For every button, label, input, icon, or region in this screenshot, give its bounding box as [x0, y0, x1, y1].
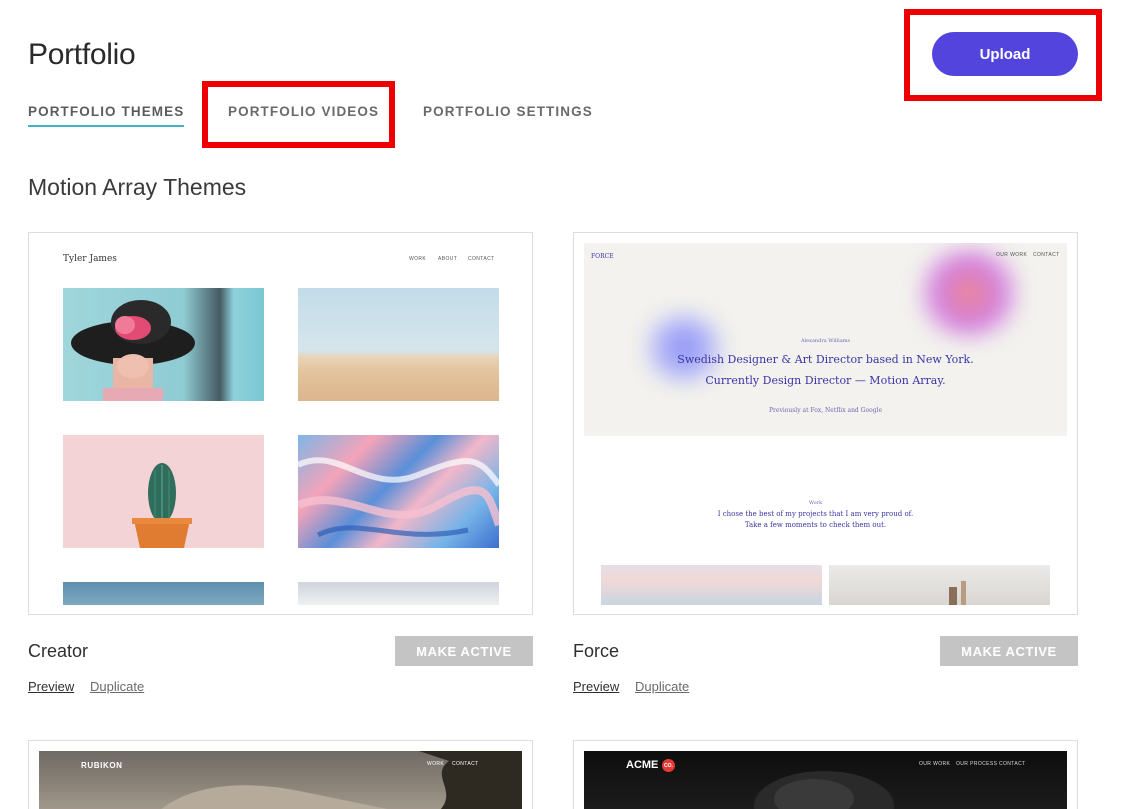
preview-link-creator[interactable]: Preview [28, 679, 74, 694]
thumb-nav-our-work: OUR WORK [996, 252, 1028, 258]
thumb-nav-work: WORK [409, 256, 427, 262]
make-active-button-force[interactable]: MAKE ACTIVE [940, 636, 1078, 666]
thumb-headline-1: Swedish Designer & Art Director based in… [677, 353, 974, 366]
duplicate-link-creator[interactable]: Duplicate [90, 679, 144, 694]
tab-portfolio-settings[interactable]: PORTFOLIO SETTINGS [423, 104, 593, 125]
highlight-box-videos-tab [202, 81, 395, 148]
upload-button[interactable]: Upload [932, 32, 1078, 76]
thumb-brand: ACME [626, 759, 659, 771]
section-title: Motion Array Themes [28, 174, 247, 200]
thumb-nav-contact: CONTACT [452, 761, 479, 767]
thumb-brand: Tyler James [63, 254, 117, 264]
thumb-image-desert [298, 288, 499, 401]
theme-thumbnail-acme[interactable]: ACME CO. OUR WORK OUR PROCESS CONTACT [573, 740, 1078, 809]
thumb-nav-our-work: OUR WORK [919, 761, 951, 767]
thumb-image-cactus [63, 435, 264, 548]
thumb-nav-work: WORK [427, 761, 445, 767]
thumb-image-marble [298, 435, 499, 548]
thumb-work-text-1: I chose the best of my projects that I a… [717, 510, 914, 518]
thumb-brand: RUBIKON [81, 761, 123, 770]
thumb-nav-our-process: OUR PROCESS [956, 761, 998, 767]
thumb-hero: RUBIKON WORK CONTACT [39, 751, 522, 809]
thumb-nav-contact: CONTACT [1033, 252, 1060, 258]
thumb-image-partial-1 [63, 582, 264, 605]
thumb-gradient-blob [914, 248, 1024, 338]
preview-link-force[interactable]: Preview [573, 679, 619, 694]
thumb-brand: FORCE [591, 253, 614, 260]
thumb-work-label: Work [808, 500, 823, 506]
theme-thumbnail-force[interactable]: FORCE OUR WORK CONTACT Alexandra William… [573, 232, 1078, 615]
thumb-hero: ACME CO. OUR WORK OUR PROCESS CONTACT [584, 751, 1067, 809]
thumb-image-sky [601, 565, 822, 605]
thumb-nav-contact: CONTACT [468, 256, 495, 262]
thumb-image-room [829, 565, 1050, 605]
thumb-nav-about: ABOUT [438, 256, 458, 262]
thumb-gradient-blob [639, 313, 729, 383]
theme-name-force: Force [573, 641, 620, 661]
theme-name-creator: Creator [28, 641, 89, 661]
make-active-button-creator[interactable]: MAKE ACTIVE [395, 636, 533, 666]
tab-portfolio-themes[interactable]: PORTFOLIO THEMES [28, 104, 185, 127]
thumb-hero: FORCE OUR WORK CONTACT Alexandra William… [584, 243, 1067, 436]
theme-thumbnail-rubikon[interactable]: RUBIKON WORK CONTACT [28, 740, 533, 809]
thumb-work-text-2: Take a few moments to check them out. [744, 521, 887, 529]
thumb-previously: Previously at Fox, Netflix and Google [768, 407, 883, 414]
thumb-brand-badge: CO. [662, 759, 675, 772]
theme-thumbnail-creator[interactable]: Tyler James WORK ABOUT CONTACT [28, 232, 533, 615]
thumb-headline-2: Currently Design Director — Motion Array… [705, 374, 946, 387]
thumb-image-hat [63, 288, 264, 401]
thumb-image-partial-2 [298, 582, 499, 605]
page-title: Portfolio [28, 38, 136, 71]
thumb-kicker: Alexandra Williams [800, 338, 851, 344]
thumb-nav-contact: CONTACT [999, 761, 1026, 767]
duplicate-link-force[interactable]: Duplicate [635, 679, 689, 694]
